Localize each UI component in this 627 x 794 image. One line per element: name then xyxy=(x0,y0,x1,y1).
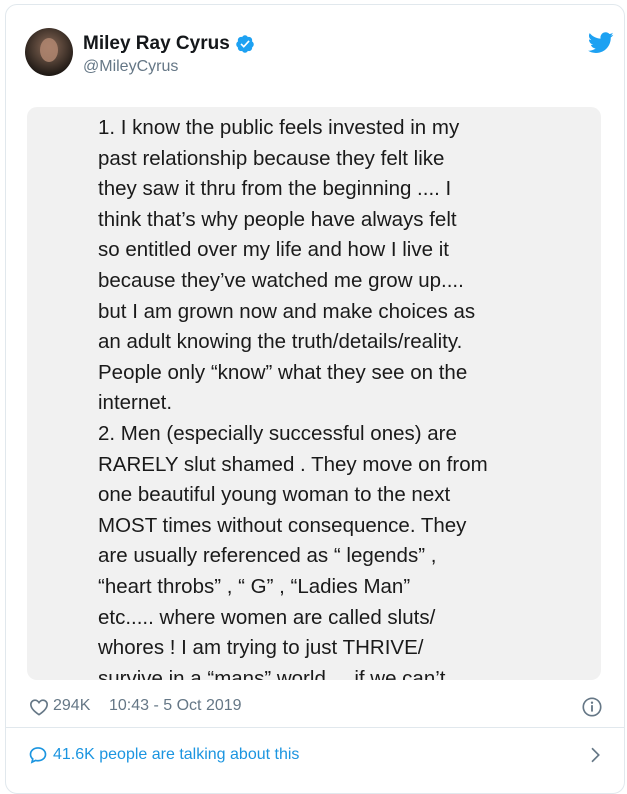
divider xyxy=(6,727,624,728)
image-text-line: 2. Men (especially successful ones) are xyxy=(98,421,457,445)
image-text-line: they saw it thru from the beginning ....… xyxy=(98,177,452,201)
conversation-count-text[interactable]: 41.6K people are talking about this xyxy=(53,746,299,764)
twitter-bird-icon[interactable] xyxy=(588,32,614,54)
image-text-line: 1. I know the public feels invested in m… xyxy=(98,116,460,139)
image-text-line: because they’ve watched me grow up.... xyxy=(98,268,464,292)
tweet-header: Miley Ray Cyrus @MileyCyrus xyxy=(6,5,624,105)
image-text-line: so entitled over my life and how I live … xyxy=(98,238,449,262)
avatar[interactable] xyxy=(25,28,73,76)
image-text-line: think that’s why people have always felt xyxy=(98,207,457,231)
image-text-line: whores ! I am trying to just THRIVE/ xyxy=(98,636,424,660)
image-text-line: survive in a “mans” world ... if we can’… xyxy=(98,666,446,680)
heart-outline-icon[interactable] xyxy=(29,697,49,717)
image-text-line: etc..... where women are called sluts/ xyxy=(98,605,436,629)
image-text-line: but I am grown now and make choices as xyxy=(98,299,476,323)
tweet-meta: 294K 10:43 - 5 Oct 2019 xyxy=(26,695,606,719)
image-text-line: MOST times without consequence. They xyxy=(98,513,467,537)
author-name-row: Miley Ray Cyrus xyxy=(83,33,255,55)
tweet-timestamp[interactable]: 10:43 - 5 Oct 2019 xyxy=(109,697,242,715)
image-text-line: People only “know” what they see on the xyxy=(98,360,468,384)
speech-bubble-icon xyxy=(29,747,47,764)
image-text-line: RARELY slut shamed . They move on from xyxy=(98,452,488,476)
image-text: 1. I know the public feels invested in m… xyxy=(98,113,528,680)
image-text-line: “heart throbs” , “ G” , “Ladies Man” xyxy=(98,574,411,598)
image-text-line: one beautiful young woman to the next xyxy=(98,483,451,507)
image-text-line: internet. xyxy=(98,391,173,415)
image-text-line: an adult knowing the truth/details/reali… xyxy=(98,330,463,354)
author-handle[interactable]: @MileyCyrus xyxy=(83,58,178,76)
author-display-name[interactable]: Miley Ray Cyrus xyxy=(83,33,230,55)
conversation-link[interactable]: 41.6K people are talking about this xyxy=(26,743,606,769)
image-text-line: are usually referenced as “ legends” , xyxy=(98,544,437,568)
chevron-right-icon[interactable] xyxy=(586,746,604,764)
tweet-card: Miley Ray Cyrus @MileyCyrus 1. I know th… xyxy=(5,4,625,794)
image-text-line: past relationship because they felt like xyxy=(98,146,445,170)
verified-badge-icon xyxy=(236,35,254,53)
info-icon[interactable] xyxy=(581,696,603,718)
like-count[interactable]: 294K xyxy=(53,697,90,715)
tweet-image[interactable]: 1. I know the public feels invested in m… xyxy=(27,107,601,680)
